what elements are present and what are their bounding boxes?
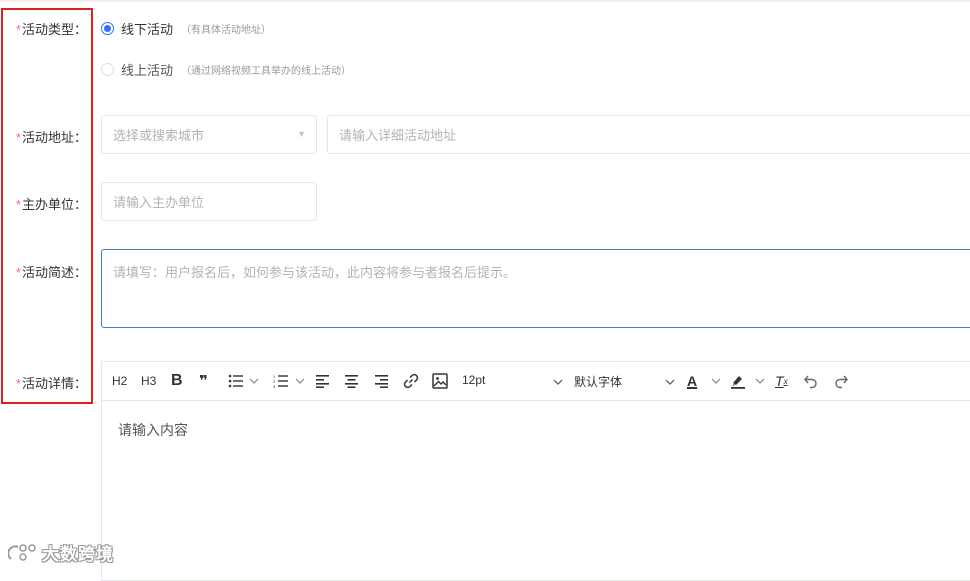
chevron-down-icon[interactable]	[665, 374, 675, 388]
align-left-icon[interactable]	[316, 372, 330, 390]
city-select[interactable]: 选择或搜索城市 ▼	[101, 115, 317, 154]
radio-unchecked-icon[interactable]	[101, 63, 114, 76]
watermark-text: 大数跨境	[42, 545, 114, 564]
chevron-down-icon[interactable]	[295, 372, 305, 390]
bullet-list-icon[interactable]	[228, 372, 244, 390]
radio-online[interactable]: 线上活动 （通过网络视频工具举办的线上活动）	[101, 60, 351, 79]
radio-online-label: 线上活动	[121, 63, 174, 78]
summary-textarea[interactable]: 请填写：用户报名后，如何参与该活动，此内容将参与者报名后提示。	[101, 249, 970, 328]
editor-placeholder: 请输入内容	[118, 422, 188, 438]
radio-offline-hint: （有具体活动地址）	[181, 25, 272, 36]
font-size-select[interactable]: 12pt	[462, 373, 485, 387]
svg-text:3: 3	[273, 384, 276, 388]
summary-label: *活动简述：	[15, 265, 87, 280]
chevron-down-icon[interactable]	[553, 374, 563, 388]
address-detail-input[interactable]: 请输入详细活动地址	[327, 115, 970, 154]
top-divider	[0, 0, 970, 2]
quote-button[interactable]: ❞	[199, 372, 208, 390]
editor-toolbar: H2 H3 B ❞ 123 12pt 默认字体 A T x	[102, 362, 970, 401]
align-center-icon[interactable]	[345, 372, 359, 390]
h3-button[interactable]: H3	[141, 372, 156, 390]
chevron-down-icon: ▼	[297, 129, 306, 139]
details-label: *活动详情：	[15, 376, 87, 391]
chevron-down-icon[interactable]	[249, 372, 259, 390]
undo-icon[interactable]	[803, 372, 819, 390]
radio-checked-icon[interactable]	[101, 22, 114, 35]
image-icon[interactable]	[432, 372, 448, 390]
address-detail-placeholder: 请输入详细活动地址	[339, 128, 457, 143]
organizer-input[interactable]: 请输入主办单位	[101, 182, 317, 221]
city-select-placeholder: 选择或搜索城市	[113, 128, 205, 143]
font-family-select[interactable]: 默认字体	[574, 373, 622, 390]
rich-text-editor[interactable]: H2 H3 B ❞ 123 12pt 默认字体 A T x 请输入内容	[101, 361, 970, 581]
bold-button[interactable]: B	[171, 372, 183, 390]
chevron-down-icon[interactable]	[711, 372, 721, 390]
watermark-icon	[8, 543, 36, 561]
summary-placeholder: 请填写：用户报名后，如何参与该活动，此内容将参与者报名后提示。	[113, 265, 517, 280]
watermark-logo: 大数跨境	[8, 540, 114, 565]
font-color-button[interactable]: A	[687, 372, 697, 390]
align-right-icon[interactable]	[375, 372, 389, 390]
address-label: *活动地址：	[15, 130, 87, 145]
numbered-list-icon[interactable]: 123	[273, 372, 289, 390]
chevron-down-icon[interactable]	[755, 372, 765, 390]
activity-type-label: *活动类型：	[15, 22, 87, 37]
h2-button[interactable]: H2	[112, 372, 127, 390]
organizer-placeholder: 请输入主办单位	[113, 195, 205, 210]
clear-format-button[interactable]: Tx	[775, 372, 788, 390]
highlight-color-icon[interactable]	[730, 372, 746, 390]
link-icon[interactable]	[403, 372, 419, 390]
radio-offline-label: 线下活动	[121, 22, 174, 37]
radio-online-hint: （通过网络视频工具举办的线上活动）	[181, 66, 352, 77]
radio-offline[interactable]: 线下活动 （有具体活动地址）	[101, 19, 271, 38]
organizer-label: *主办单位：	[15, 197, 87, 212]
redo-icon[interactable]	[833, 372, 849, 390]
